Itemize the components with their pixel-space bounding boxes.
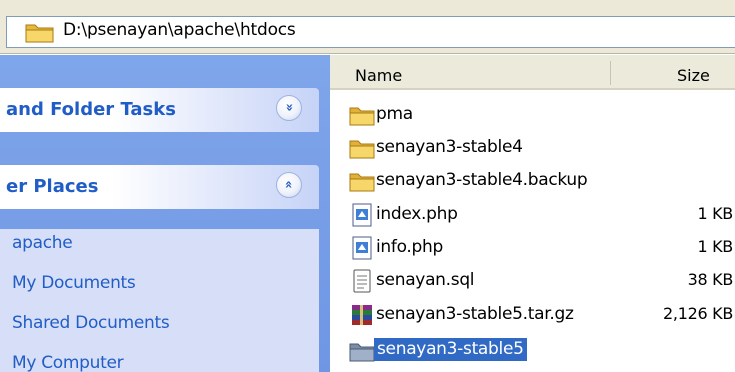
folder-tasks-header[interactable]: and Folder Tasks <box>0 88 319 132</box>
column-header-bar: Name Size <box>330 55 735 90</box>
task-pane: and Folder Tasks » er Places » apache My… <box>0 55 330 372</box>
file-size: 1 KB <box>697 237 733 256</box>
other-places-body: apache My Documents Shared Documents My … <box>0 229 319 372</box>
chevron-double-down-icon[interactable]: » <box>276 95 302 121</box>
other-places-header[interactable]: er Places <box>0 165 319 209</box>
file-row[interactable]: index.php 1 KB <box>330 199 735 231</box>
column-divider[interactable] <box>610 61 611 85</box>
address-bar: D:\psenayan\apache\htdocs <box>0 0 735 54</box>
file-name: senayan3-stable5 <box>374 338 527 361</box>
place-link-my-computer[interactable]: My Computer <box>12 353 124 372</box>
address-field[interactable]: D:\psenayan\apache\htdocs <box>6 16 735 48</box>
file-row[interactable]: senayan3-stable4 <box>330 132 735 164</box>
file-name: senayan3-stable4 <box>376 137 523 157</box>
file-list: Name Size pma senayan3-stable4 senayan3-… <box>330 55 735 372</box>
other-places-title: er Places <box>6 176 99 197</box>
file-size: 1 KB <box>697 204 733 223</box>
column-header-size[interactable]: Size <box>677 66 710 85</box>
folder-icon <box>25 21 55 47</box>
place-link-shared-documents[interactable]: Shared Documents <box>12 313 170 333</box>
place-link-my-documents[interactable]: My Documents <box>12 273 136 293</box>
file-name: info.php <box>376 237 443 257</box>
file-row[interactable]: senayan3-stable4.backup <box>330 165 735 197</box>
php-file-icon <box>348 203 376 227</box>
file-size: 2,126 KB <box>663 304 733 323</box>
text-file-icon <box>348 269 376 293</box>
file-row[interactable]: senayan3-stable5.tar.gz 2,126 KB <box>330 299 735 331</box>
folder-icon <box>348 103 376 127</box>
column-header-name[interactable]: Name <box>355 66 402 85</box>
file-name: index.php <box>376 204 458 224</box>
folder-icon <box>348 136 376 160</box>
folder-icon <box>348 339 376 363</box>
file-row[interactable]: senayan.sql 38 KB <box>330 265 735 297</box>
place-link-apache[interactable]: apache <box>12 233 73 253</box>
file-size: 38 KB <box>687 270 734 289</box>
file-name: senayan3-stable5.tar.gz <box>376 304 574 324</box>
chevron-double-up-icon[interactable]: » <box>276 172 302 198</box>
archive-icon <box>348 303 376 327</box>
file-name: senayan.sql <box>376 270 475 290</box>
address-path: D:\psenayan\apache\htdocs <box>63 20 296 40</box>
file-row-selected[interactable]: senayan3-stable5 <box>330 335 735 367</box>
file-name: senayan3-stable4.backup <box>376 170 588 190</box>
folder-tasks-title: and Folder Tasks <box>6 99 176 120</box>
file-row[interactable]: info.php 1 KB <box>330 232 735 264</box>
file-row[interactable]: pma <box>330 99 735 131</box>
file-name: pma <box>376 104 413 124</box>
folder-icon <box>348 169 376 193</box>
php-file-icon <box>348 236 376 260</box>
